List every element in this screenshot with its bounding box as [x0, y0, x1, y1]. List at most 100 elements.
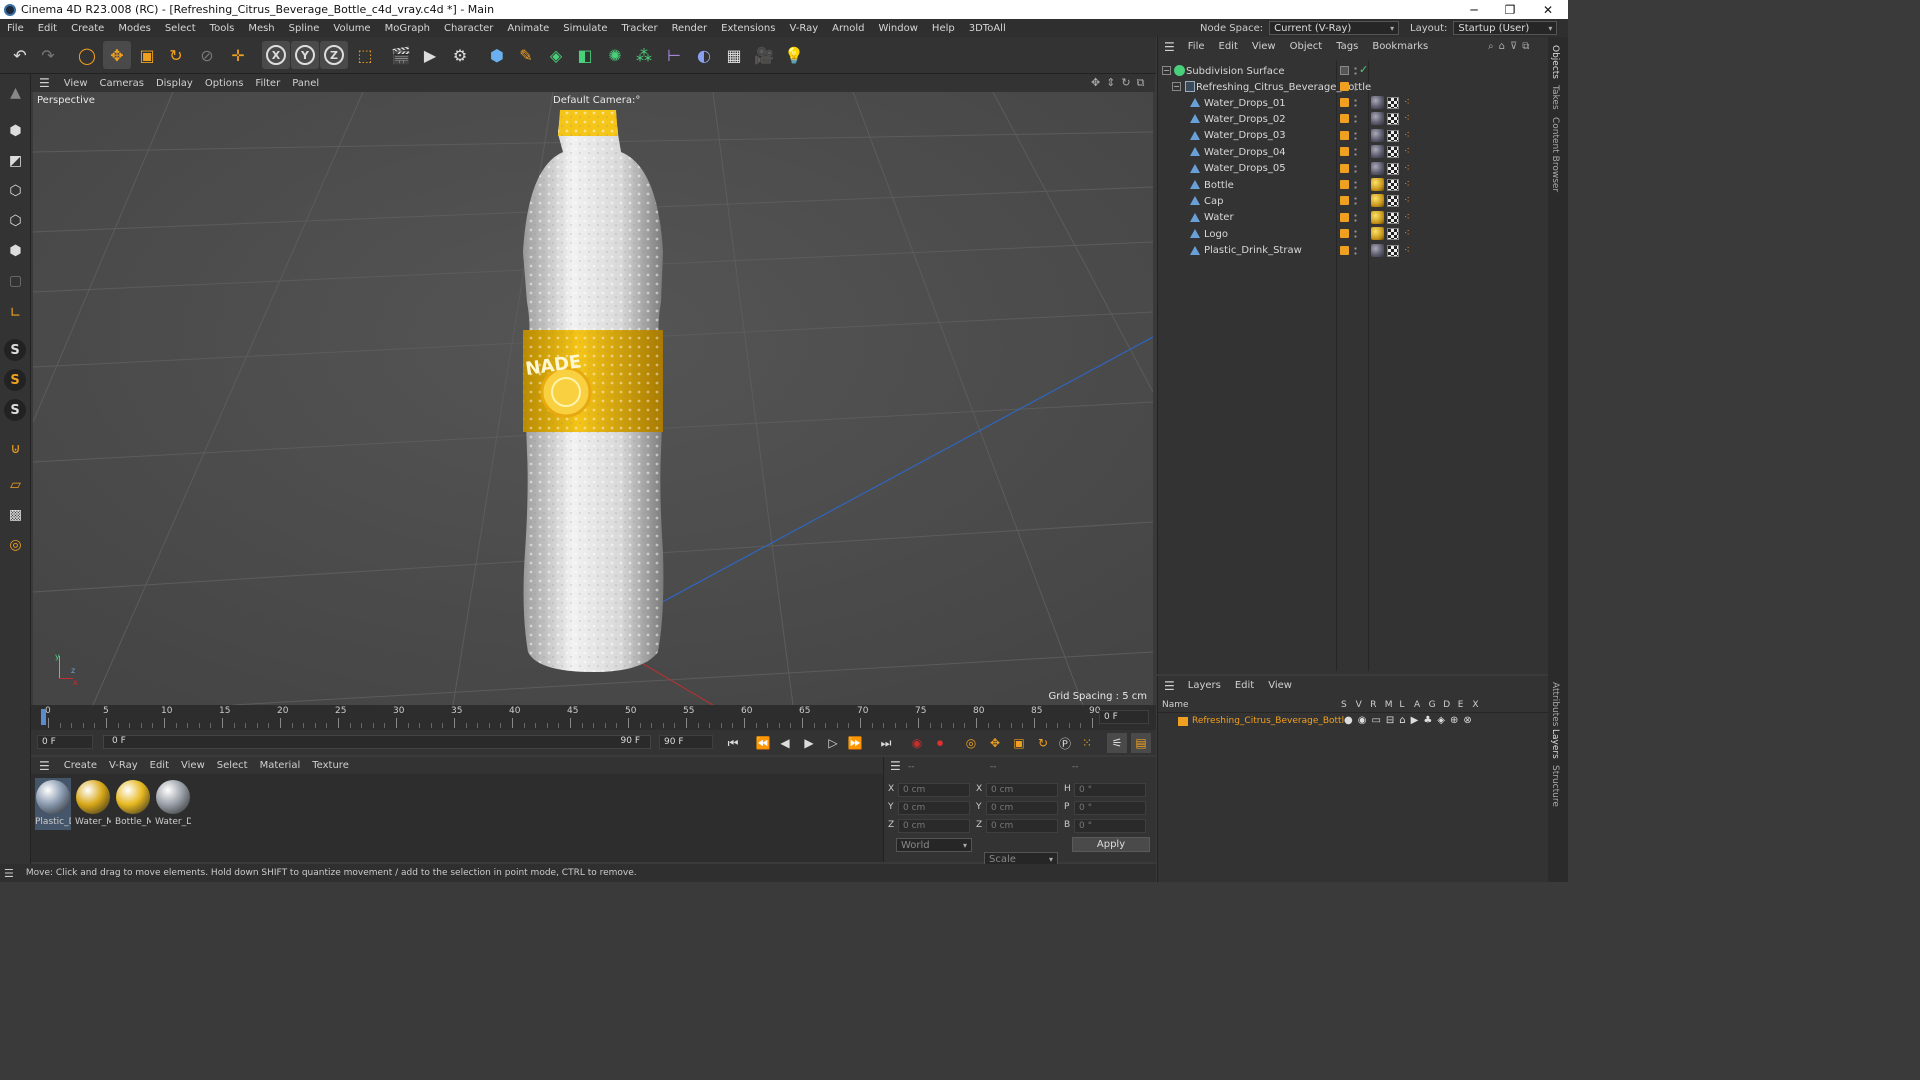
coord-value-field[interactable]: 0 cm: [898, 819, 970, 833]
material-tag-icon[interactable]: [1371, 227, 1384, 241]
grid-snap-icon[interactable]: ▩: [3, 502, 28, 527]
polygon-mode-icon[interactable]: ⬢: [3, 238, 28, 263]
layer-color-swatch[interactable]: [1340, 98, 1349, 107]
layer-color-swatch[interactable]: [1340, 212, 1349, 222]
vray-tag-icon[interactable]: ⁖: [1404, 114, 1414, 124]
menu-create[interactable]: Create: [64, 23, 111, 34]
y-axis-lock-icon[interactable]: Y: [291, 41, 319, 69]
menu-window[interactable]: Window: [871, 23, 924, 34]
vray-tag-icon[interactable]: ⁖: [1404, 163, 1414, 174]
key-scale-icon[interactable]: ▣: [1009, 733, 1029, 753]
cube-primitive-icon[interactable]: ⬢: [483, 41, 511, 69]
layer-menu-edit[interactable]: Edit: [1228, 680, 1261, 691]
layer-col-header[interactable]: G: [1429, 700, 1436, 710]
scale-tool-icon[interactable]: ▣: [133, 41, 161, 69]
viewport-nav-icons[interactable]: ✥⇕↻⧉: [1091, 76, 1151, 90]
texture-tag-icon[interactable]: [1387, 162, 1399, 175]
texture-tag-icon[interactable]: [1387, 146, 1399, 159]
visibility-dots[interactable]: [1354, 163, 1357, 174]
visibility-dots[interactable]: [1354, 229, 1357, 240]
subdivision-generator-icon[interactable]: ◈: [542, 41, 570, 69]
menu-arnold[interactable]: Arnold: [825, 23, 871, 34]
visibility-dots[interactable]: [1354, 82, 1357, 92]
undo-icon[interactable]: ↶: [6, 41, 34, 69]
magnet-icon[interactable]: ⊍: [3, 436, 28, 461]
visibility-dots[interactable]: [1354, 98, 1357, 108]
menu-character[interactable]: Character: [437, 23, 500, 34]
objmgr-tool-icons[interactable]: ⌕⌂⊽⧉: [1488, 41, 1534, 52]
layer-col-header[interactable]: X: [1472, 700, 1478, 710]
camera-icon[interactable]: 🎥: [750, 41, 778, 69]
workplane-icon[interactable]: ▱: [3, 472, 28, 497]
motion-system-icon[interactable]: ⚟: [1107, 733, 1127, 753]
visibility-dots[interactable]: [1354, 130, 1357, 141]
layer-color-swatch[interactable]: [1340, 147, 1349, 157]
deformer-icon[interactable]: ⊢: [660, 41, 688, 69]
visibility-dots[interactable]: [1354, 114, 1357, 125]
coord-value-field[interactable]: 0 °: [1074, 801, 1146, 815]
material-tag-icon[interactable]: [1371, 210, 1384, 224]
vray-tag-icon[interactable]: ⁖: [1404, 196, 1414, 206]
prev-key-icon[interactable]: ⏪: [753, 733, 773, 753]
coord-value-field[interactable]: 0 cm: [986, 801, 1058, 815]
minimize-button[interactable]: ─: [1456, 0, 1492, 19]
coord-value-field[interactable]: 0 °: [1074, 819, 1146, 833]
coord-space-dropdown[interactable]: World: [896, 838, 972, 852]
material-tag-icon[interactable]: [1371, 145, 1384, 159]
vp-menu-display[interactable]: Display: [150, 78, 199, 89]
layer-col-header[interactable]: L: [1399, 700, 1404, 710]
object-row[interactable]: Water_Drops_04 ⁖: [1158, 144, 1549, 160]
object-row[interactable]: Bottle ⁖: [1158, 177, 1549, 193]
extrude-generator-icon[interactable]: ◧: [571, 41, 599, 69]
texture-mode-icon[interactable]: ◩: [3, 148, 28, 173]
live-selection-icon[interactable]: ◯: [73, 41, 101, 69]
vray-tag-icon[interactable]: ⁖: [1404, 130, 1414, 141]
next-key-icon[interactable]: ⏩: [845, 733, 865, 753]
object-row[interactable]: Plastic_Drink_Straw ⁖: [1158, 243, 1549, 259]
coord-value-field[interactable]: 0 cm: [898, 801, 970, 815]
texture-tag-icon[interactable]: [1387, 244, 1399, 257]
key-pla-icon[interactable]: ⁙: [1077, 733, 1097, 753]
3d-viewport[interactable]: NADE Perspective Default Camera:° Grid S…: [33, 92, 1153, 705]
material-tag-icon[interactable]: [1371, 96, 1384, 109]
object-row[interactable]: Water_Drops_03 ⁖: [1158, 128, 1549, 144]
create-tool-icon[interactable]: ✛: [224, 41, 252, 69]
obj-menu-edit[interactable]: Edit: [1212, 41, 1245, 52]
obj-menu-file[interactable]: File: [1181, 41, 1212, 52]
menu-vray[interactable]: V-Ray: [782, 23, 825, 34]
visibility-dots[interactable]: [1354, 147, 1357, 158]
layer-color-swatch[interactable]: [1340, 114, 1349, 124]
material-swatch[interactable]: Plastic_D: [35, 778, 71, 830]
close-button[interactable]: ✕: [1530, 0, 1566, 19]
object-row[interactable]: Water_Drops_02 ⁖: [1158, 111, 1549, 127]
layermgr-hamburger-icon[interactable]: ☰: [1158, 679, 1181, 693]
vp-menu-options[interactable]: Options: [199, 78, 250, 89]
timeline-ruler[interactable]: 0 5 10 15 20 25 30 35 40 45 50 55 60 65 70 75 80 85 90 0 F: [31, 705, 1156, 730]
visibility-dots[interactable]: [1354, 180, 1357, 190]
z-axis-lock-icon[interactable]: Z: [320, 41, 348, 69]
playhead[interactable]: [41, 709, 46, 725]
field-icon[interactable]: ◐: [690, 41, 718, 69]
current-frame-field[interactable]: 0 F: [1099, 710, 1149, 724]
mat-menu-texture[interactable]: Texture: [306, 760, 355, 771]
layer-col-header[interactable]: D: [1443, 700, 1450, 710]
object-row[interactable]: Water ⁖: [1158, 210, 1549, 226]
vray-tag-icon[interactable]: ⁖: [1404, 180, 1414, 190]
material-swatch[interactable]: Bottle_M: [115, 778, 151, 830]
mat-menu-material[interactable]: Material: [254, 760, 307, 771]
layer-col-header[interactable]: M: [1385, 700, 1393, 710]
material-swatch[interactable]: Water_M: [75, 778, 111, 830]
snap-s-icon-2[interactable]: S: [4, 369, 26, 391]
key-position-icon[interactable]: ✥: [985, 733, 1005, 753]
mat-menu-create[interactable]: Create: [58, 760, 103, 771]
layer-color-swatch[interactable]: [1340, 196, 1349, 206]
vray-tag-icon[interactable]: ⁖: [1404, 98, 1414, 108]
collapse-toggle-icon[interactable]: −: [1162, 66, 1171, 75]
texture-tag-icon[interactable]: [1387, 179, 1399, 191]
layer-col-header[interactable]: E: [1458, 700, 1464, 710]
object-row[interactable]: Water_Drops_01 ⁖: [1158, 95, 1549, 111]
apply-button[interactable]: Apply: [1072, 837, 1150, 852]
texture-tag-icon[interactable]: [1387, 129, 1399, 142]
mat-menu-select[interactable]: Select: [211, 760, 254, 771]
key-selection-icon[interactable]: ◎: [961, 733, 981, 753]
